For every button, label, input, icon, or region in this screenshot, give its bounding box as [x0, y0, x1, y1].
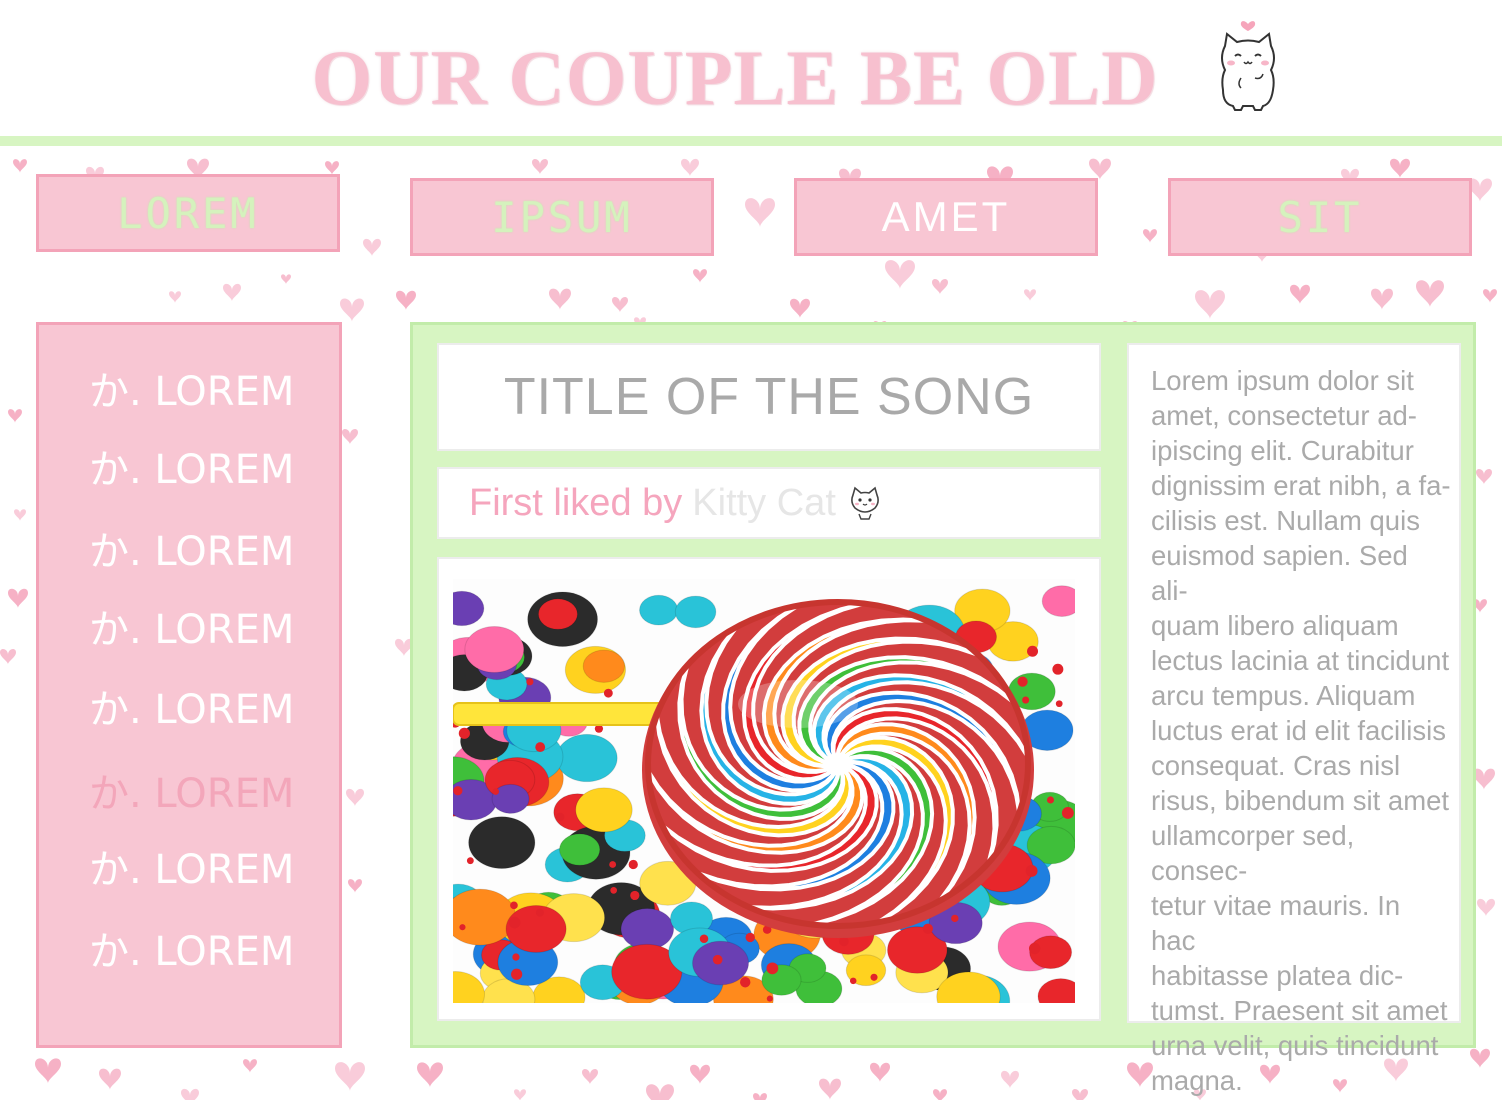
heart-icon [417, 1062, 443, 1088]
nav-lorem-label: LOREM [117, 188, 259, 238]
heart-icon [8, 409, 22, 423]
site-header: OUR COUPLE BE OLD [0, 0, 1502, 136]
heart-icon [1024, 289, 1036, 301]
heart-icon [1477, 898, 1495, 917]
nav-ipsum-label: IPSUM [491, 192, 633, 242]
liked-by-name[interactable]: Kitty Cat [692, 482, 836, 525]
nav-lorem-button[interactable]: LOREM [36, 174, 340, 252]
heart-icon [1476, 468, 1492, 485]
sidebar-item[interactable]: か. LOREM [89, 919, 294, 977]
description-box: Lorem ipsum dolor sit amet, consectetur … [1127, 343, 1461, 1096]
heart-icon [243, 1059, 257, 1073]
kitty-cat-icon [1221, 21, 1275, 111]
sidebar-item[interactable]: か. LOREM [89, 359, 294, 417]
heart-icon [396, 290, 416, 310]
liked-by-box: First liked by Kitty Cat [437, 467, 1101, 539]
heart-icon [181, 1088, 199, 1100]
nav-amet-label: AMET [881, 193, 1011, 240]
heart-icon [690, 1064, 710, 1084]
heart-icon [340, 298, 364, 322]
heart-icon [819, 1078, 841, 1100]
liked-by-label: First liked by [469, 481, 683, 524]
heart-icon [13, 159, 27, 173]
heart-icon [169, 291, 181, 303]
heart-icon [1290, 284, 1310, 304]
heart-icon [1473, 768, 1495, 790]
rainbow-lollipop-candy-image [453, 579, 1075, 1003]
heart-icon [885, 260, 915, 289]
heart-icon [745, 198, 775, 227]
heart-icon [790, 298, 810, 318]
sidebar-item[interactable]: か. LOREM [89, 437, 294, 495]
heart-icon [1143, 229, 1157, 243]
heart-icon [1072, 1089, 1088, 1100]
heart-icon [1089, 158, 1111, 180]
nav-sit-label: SIT [1277, 192, 1363, 242]
heart-icon [363, 238, 381, 257]
heart-icon [1127, 1062, 1153, 1088]
heart-icon [532, 158, 548, 175]
heart-icon [281, 274, 291, 284]
sidebar-item[interactable]: か. LOREM [89, 837, 294, 895]
heart-icon [1390, 158, 1410, 178]
heart-icon [870, 1062, 890, 1082]
sidebar-item[interactable]: か. LOREM [89, 677, 294, 735]
heart-icon [612, 296, 628, 313]
heart-icon [99, 1068, 121, 1090]
heart-icon [1416, 280, 1444, 308]
song-title: TITLE OF THE SONG [503, 368, 1035, 426]
song-image-box [437, 557, 1101, 1021]
nav-amet-button[interactable]: AMET [794, 178, 1098, 256]
heart-icon [346, 788, 364, 807]
heart-icon [753, 1093, 767, 1100]
heart-icon [933, 1089, 947, 1100]
description-text: Lorem ipsum dolor sit amet, consectetur … [1151, 365, 1451, 1096]
heart-icon [223, 283, 241, 302]
heart-icon [1195, 290, 1225, 319]
sidebar-item-active[interactable]: か. LOREM [89, 761, 294, 819]
heart-icon [1371, 288, 1393, 310]
nav-sit-button[interactable]: SIT [1168, 178, 1472, 256]
heart-icon [1483, 289, 1497, 303]
heart-icon [0, 648, 16, 665]
sidebar-item[interactable]: か. LOREM [89, 519, 294, 577]
heart-icon [335, 1062, 365, 1091]
heart-icon [348, 879, 362, 893]
song-title-box: TITLE OF THE SONG [437, 343, 1101, 451]
sidebar: か. LOREM か. LOREM か. LOREM か. LOREM か. L… [36, 322, 342, 1048]
heart-icon [514, 1089, 526, 1100]
header-divider [0, 136, 1502, 146]
heart-icon [646, 1084, 674, 1100]
heart-icon [35, 1058, 61, 1084]
heart-icon [1001, 1070, 1019, 1089]
heart-icon [693, 269, 707, 283]
heart-icon [549, 288, 571, 310]
sidebar-item[interactable]: か. LOREM [89, 597, 294, 655]
heart-icon [325, 161, 339, 175]
heart-icon [1470, 1048, 1490, 1068]
main-panel: TITLE OF THE SONG First liked by Kitty C… [410, 322, 1476, 1096]
heart-icon [8, 588, 28, 608]
heart-icon [582, 1068, 598, 1085]
heart-icon [14, 509, 26, 521]
nav-ipsum-button[interactable]: IPSUM [410, 178, 714, 256]
heart-icon [932, 278, 948, 295]
heart-icon [342, 428, 358, 445]
heart-icon [681, 158, 699, 177]
kitty-cat-icon [850, 486, 879, 520]
